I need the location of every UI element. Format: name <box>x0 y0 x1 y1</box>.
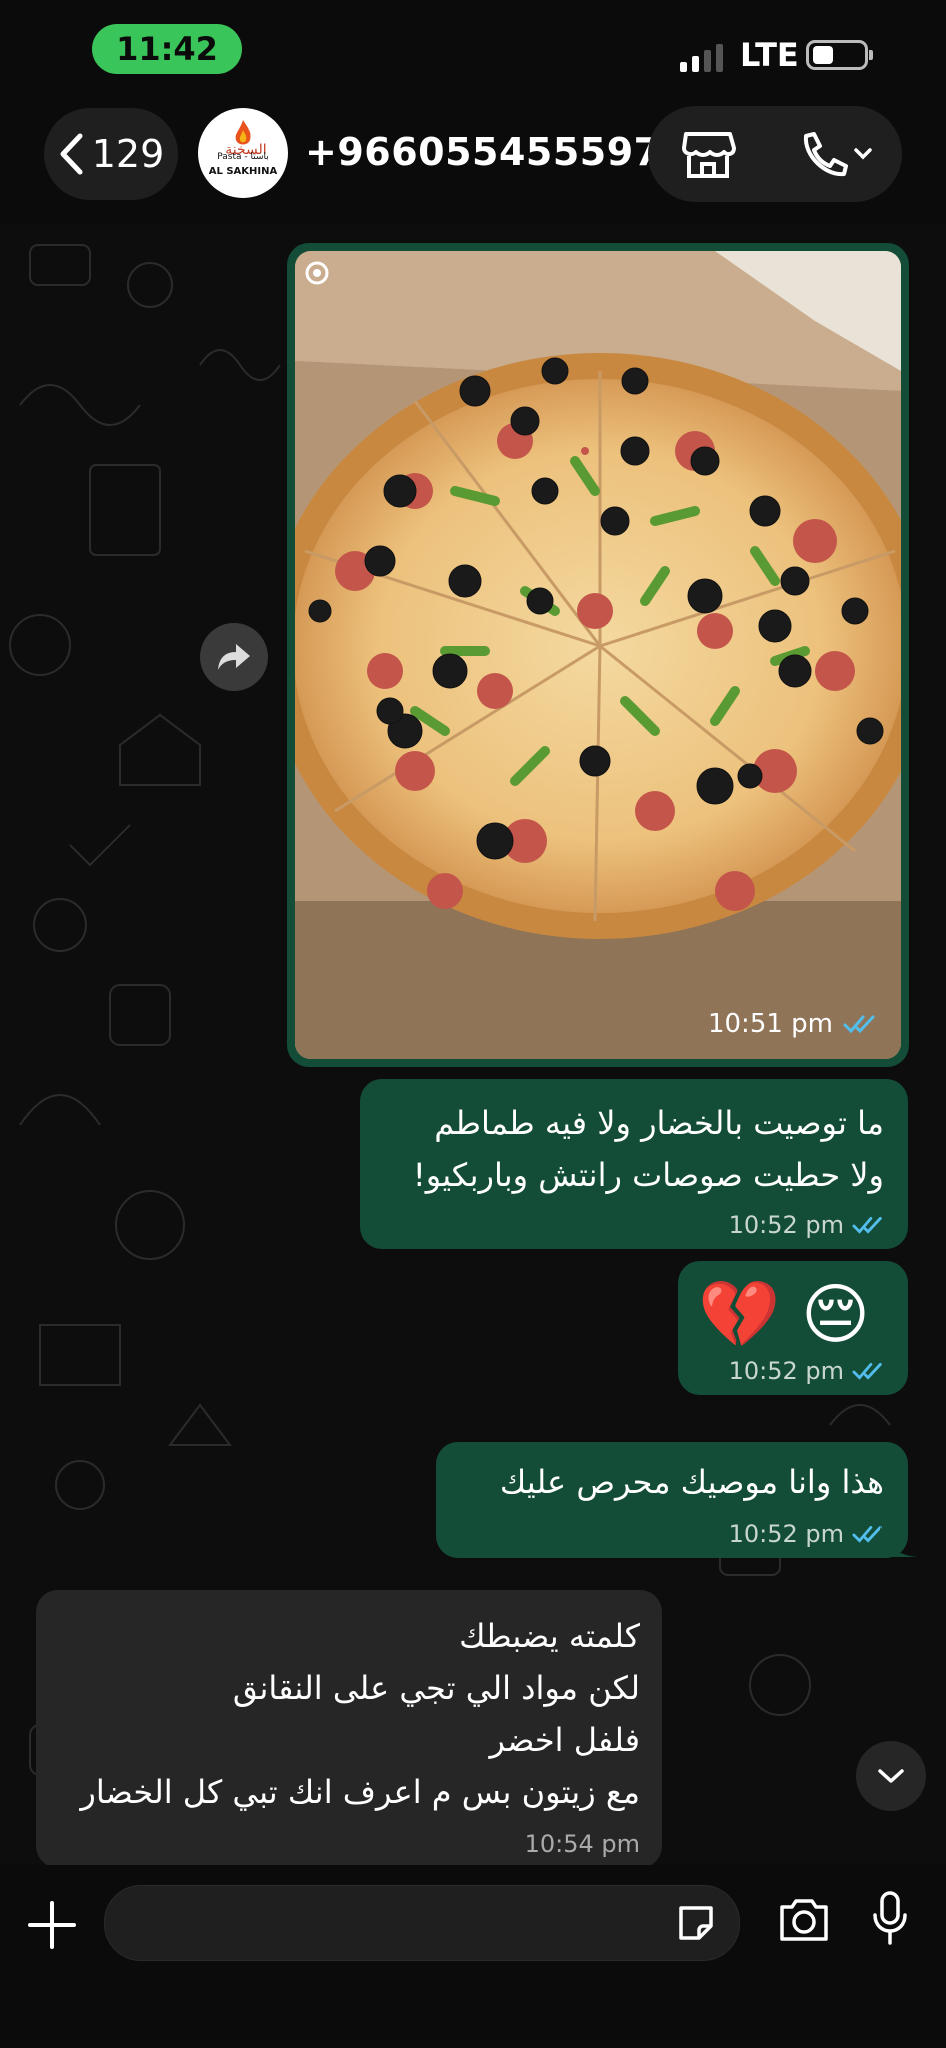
business-store-icon[interactable] <box>680 128 736 180</box>
message-line: ولا حطيت صوصات رانتش وباربكيو! <box>412 1156 884 1194</box>
chat-area[interactable]: 10:51 pm ما توصيت بالخضار ولا فيه طماطم … <box>0 225 946 1865</box>
message-bubble-outgoing[interactable]: هذا وانا موصيك محرص عليك 10:52 pm <box>436 1442 908 1558</box>
message-bubble-incoming[interactable]: كلمته يضبطك لكن مواد الي تجي على النقانق… <box>36 1590 662 1865</box>
message-meta: 10:52 pm <box>729 1520 886 1548</box>
signal-icon <box>680 44 723 72</box>
message-meta: 10:54 pm <box>525 1830 640 1858</box>
plus-icon[interactable] <box>22 1895 82 1955</box>
read-ticks-icon <box>852 1362 882 1380</box>
bubble-tail <box>880 1525 918 1557</box>
message-time: 10:52 pm <box>728 1520 844 1548</box>
phone-call-icon[interactable] <box>796 130 876 180</box>
status-time: 11:42 <box>92 24 242 74</box>
scroll-to-bottom-button[interactable] <box>856 1741 926 1811</box>
message-time: 10:54 pm <box>524 1830 640 1858</box>
photo-message[interactable]: 10:51 pm <box>287 243 909 1067</box>
avatar[interactable]: السخنة Pasta - باستا AL SAKHINA <box>198 108 288 198</box>
emoji-message: 💔 😔 <box>698 1276 870 1353</box>
back-button[interactable]: 129 <box>44 108 178 200</box>
message-line: كلمته يضبطك <box>459 1617 640 1655</box>
chevron-left-icon <box>60 133 83 175</box>
message-meta: 10:52 pm <box>729 1357 886 1385</box>
sticker-icon[interactable] <box>675 1902 717 1944</box>
contact-name[interactable]: +9660554555970 <box>305 130 688 174</box>
header-actions <box>648 106 902 202</box>
input-bar <box>0 1865 946 2048</box>
message-input[interactable] <box>129 1896 653 1952</box>
microphone-icon[interactable] <box>870 1889 910 1949</box>
message-input-container <box>104 1885 740 1961</box>
unread-count: 129 <box>91 132 165 176</box>
message-line: فلفل اخضر <box>489 1721 640 1759</box>
message-text: هذا وانا موصيك محرص عليك <box>499 1463 884 1501</box>
chevron-down-icon <box>878 1769 904 1783</box>
network-type: LTE <box>740 36 799 74</box>
message-meta: 10:52 pm <box>729 1211 886 1239</box>
forward-button[interactable] <box>200 623 268 691</box>
forward-arrow-icon <box>218 644 250 670</box>
logo-subtitle: Pasta - باستا <box>217 152 269 162</box>
photo-time: 10:51 pm <box>707 1009 833 1039</box>
pizza-photo[interactable] <box>295 251 901 1059</box>
message-line: لكن مواد الي تجي على النقانق <box>232 1669 640 1707</box>
message-time: 10:52 pm <box>728 1211 844 1239</box>
chat-header: 129 السخنة Pasta - باستا AL SAKHINA +966… <box>0 100 946 225</box>
camera-icon[interactable] <box>776 1895 832 1945</box>
read-ticks-icon <box>843 1015 875 1034</box>
message-bubble-outgoing[interactable]: ما توصيت بالخضار ولا فيه طماطم ولا حطيت … <box>360 1079 908 1249</box>
message-time: 10:52 pm <box>728 1357 844 1385</box>
message-line: ما توصيت بالخضار ولا فيه طماطم <box>434 1104 884 1142</box>
read-ticks-icon <box>852 1216 882 1234</box>
message-line: مع زيتون بس م اعرف انك تبي كل الخضار <box>80 1773 640 1811</box>
pizza-image <box>295 251 901 1059</box>
battery-icon <box>806 40 873 70</box>
message-bubble-outgoing[interactable]: 💔 😔 10:52 pm <box>678 1261 908 1395</box>
photo-meta: 10:51 pm <box>708 1009 879 1039</box>
status-bar: 11:42 LTE <box>0 0 946 100</box>
logo-title: AL SAKHINA <box>208 166 278 177</box>
